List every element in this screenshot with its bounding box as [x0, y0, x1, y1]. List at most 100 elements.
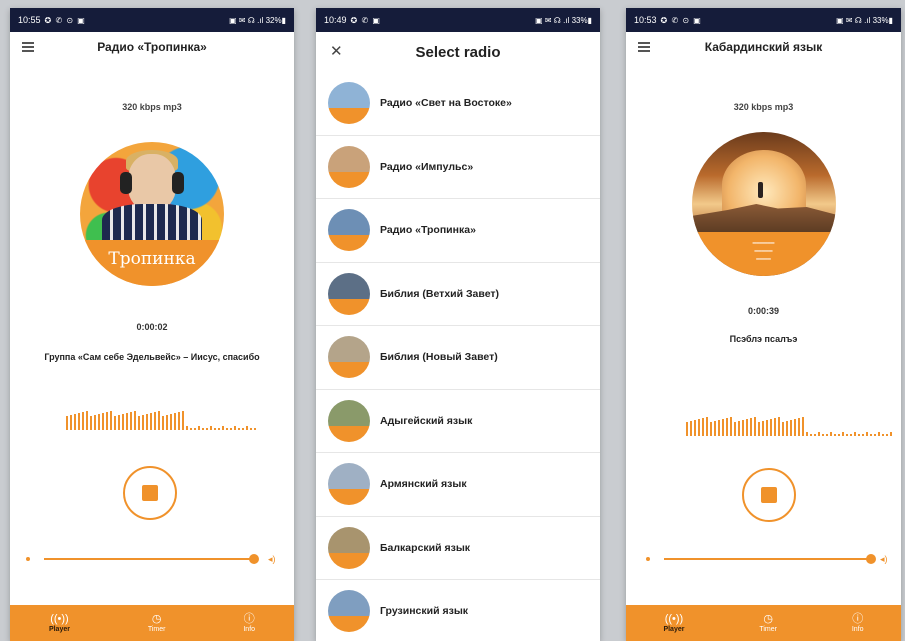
- player-screen-2: 10:53 ✪ ✆ ⊙ ▣ ▣ ✉ ☊ .ıl 33%▮ Кабардински…: [626, 8, 901, 641]
- visualizer-bar: [110, 411, 112, 430]
- volume-track[interactable]: [664, 558, 870, 560]
- visualizer-bar: [94, 415, 96, 430]
- station-thumbnail: [328, 145, 370, 188]
- visualizer-bar: [166, 415, 168, 430]
- app-bar: Кабардинский язык: [626, 32, 901, 62]
- visualizer-bar: [786, 421, 788, 436]
- select-radio-screen: 10:49 ✪ ✆ ▣ ▣ ✉ ☊ .ıl 33%▮ ✕ Select radi…: [316, 8, 600, 641]
- visualizer-bar: [886, 434, 888, 436]
- visualizer-bar: [710, 422, 712, 436]
- radio-list-item[interactable]: Радио «Свет на Востоке»: [316, 72, 600, 136]
- visualizer-bar: [102, 413, 104, 430]
- status-time: 10:53: [634, 15, 657, 25]
- visualizer-bar: [866, 432, 868, 436]
- station-name: Балкарский язык: [380, 541, 471, 554]
- stop-button[interactable]: [123, 466, 177, 520]
- visualizer-bar: [130, 412, 132, 430]
- page-title: Кабардинский язык: [704, 40, 823, 54]
- player-screen-1: 10:55 ✪ ✆ ⊙ ▣ ▣ ✉ ☊ .ıl 32%▮ Радио «Троп…: [10, 8, 294, 641]
- status-right: ▣ ✉ ☊ .ıl 33%▮: [535, 15, 592, 25]
- close-icon[interactable]: ✕: [330, 44, 343, 59]
- nav-timer[interactable]: ◷ Timer: [759, 613, 777, 633]
- visualizer-bar: [734, 422, 736, 436]
- cover-logo-text: Тропинка: [80, 240, 224, 286]
- visualizer-bar: [842, 432, 844, 436]
- visualizer-bar: [706, 417, 708, 436]
- status-bar: 10:53 ✪ ✆ ⊙ ▣ ▣ ✉ ☊ .ıl 33%▮: [626, 8, 901, 32]
- volume-thumb[interactable]: [866, 554, 876, 564]
- visualizer-bar: [838, 434, 840, 436]
- visualizer-bar: [870, 434, 872, 436]
- visualizer-bar: [146, 414, 148, 430]
- stop-button[interactable]: [742, 468, 796, 522]
- visualizer-bar: [794, 419, 796, 436]
- visualizer-bar: [138, 416, 140, 430]
- visualizer-bar: [814, 434, 816, 436]
- status-icons: ✪ ✆ ▣: [350, 15, 381, 25]
- volume-slider[interactable]: ◂): [646, 553, 891, 565]
- visualizer-bar: [98, 414, 100, 430]
- station-name: Библия (Новый Завет): [380, 351, 498, 364]
- visualizer-bar: [730, 417, 732, 436]
- radio-list-item[interactable]: Балкарский язык: [316, 517, 600, 580]
- app-bar: Радио «Тропинка»: [10, 32, 294, 62]
- volume-slider[interactable]: ◂): [26, 553, 282, 565]
- page-title: Select radio: [415, 43, 501, 61]
- visualizer-bar: [170, 414, 172, 430]
- nav-timer[interactable]: ◷ Timer: [148, 613, 166, 633]
- visualizer-bar: [686, 422, 688, 436]
- nav-player[interactable]: ((•)) Player: [49, 613, 70, 633]
- menu-icon[interactable]: [638, 42, 650, 52]
- menu-icon[interactable]: [22, 42, 34, 52]
- station-name: Библия (Ветхий Завет): [380, 287, 500, 300]
- visualizer-bar: [158, 411, 160, 430]
- visualizer-bar: [890, 432, 892, 436]
- volume-max-icon: ◂): [880, 554, 888, 564]
- visualizer-bar: [186, 426, 188, 430]
- station-thumbnail: [328, 336, 370, 379]
- visualizer-bar: [198, 426, 200, 430]
- visualizer-bar: [718, 420, 720, 436]
- bitrate-label: 320 kbps mp3: [733, 102, 794, 112]
- station-name: Адыгейский язык: [380, 414, 473, 427]
- visualizer-bar: [810, 434, 812, 436]
- bitrate-label: 320 kbps mp3: [122, 102, 182, 112]
- visualizer-bar: [226, 428, 228, 430]
- visualizer-bar: [238, 428, 240, 430]
- visualizer-bar: [246, 426, 248, 430]
- radio-list-item[interactable]: Грузинский язык: [316, 580, 600, 641]
- visualizer-bar: [754, 417, 756, 436]
- radio-list-item[interactable]: Армянский язык: [316, 453, 600, 517]
- visualizer-bar: [66, 416, 68, 430]
- visualizer-bar: [250, 428, 252, 430]
- radio-list-item[interactable]: Радио «Импульс»: [316, 136, 600, 199]
- status-icons: ✪ ✆ ⊙ ▣: [44, 15, 86, 25]
- nav-info[interactable]: ⓘ Info: [243, 613, 255, 633]
- radio-list-item[interactable]: Библия (Новый Завет): [316, 326, 600, 390]
- radio-list-item[interactable]: Адыгейский язык: [316, 390, 600, 453]
- visualizer-bar: [782, 422, 784, 436]
- visualizer-bar: [778, 417, 780, 436]
- station-cover: Тропинка: [80, 142, 224, 286]
- visualizer-bar: [714, 421, 716, 436]
- station-cover: ━━━━━━ ━━━━━ ━━━━: [691, 132, 836, 276]
- status-bar: 10:49 ✪ ✆ ▣ ▣ ✉ ☊ .ıl 33%▮: [316, 8, 600, 32]
- radio-waves-icon: ((•)): [50, 613, 69, 625]
- visualizer-bar: [142, 415, 144, 430]
- visualizer-bar: [206, 428, 208, 430]
- visualizer-bar: [222, 426, 224, 430]
- visualizer-bar: [750, 418, 752, 436]
- nav-player[interactable]: ((•)) Player: [663, 613, 684, 633]
- visualizer-bar: [822, 434, 824, 436]
- info-icon: ⓘ: [243, 613, 255, 625]
- visualizer-bar: [194, 428, 196, 430]
- status-bar: 10:55 ✪ ✆ ⊙ ▣ ▣ ✉ ☊ .ıl 32%▮: [10, 8, 294, 32]
- radio-list-item[interactable]: Радио «Тропинка»: [316, 199, 600, 263]
- visualizer-bar: [802, 417, 804, 436]
- visualizer-bar: [162, 416, 164, 430]
- radio-list-item[interactable]: Библия (Ветхий Завет): [316, 263, 600, 326]
- volume-track[interactable]: [44, 558, 254, 560]
- nav-info[interactable]: ⓘ Info: [852, 613, 864, 633]
- volume-thumb[interactable]: [249, 554, 259, 564]
- visualizer-bar: [122, 414, 124, 430]
